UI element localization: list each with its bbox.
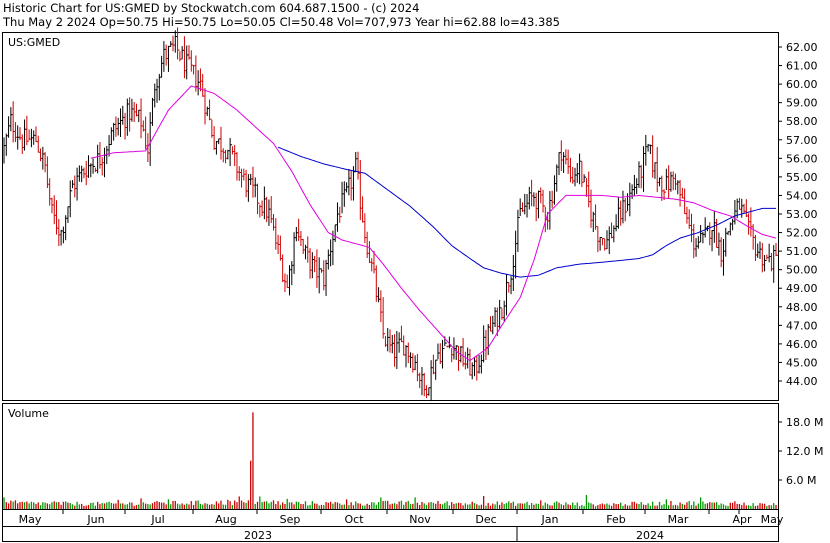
price-bars <box>3 27 778 402</box>
volume-panel-frame <box>2 403 779 510</box>
price-tick-label: 61.00 <box>786 60 818 73</box>
month-label: May <box>19 513 42 526</box>
price-tick-label: 44.00 <box>786 375 818 388</box>
month-label: Nov <box>409 513 431 526</box>
header-line-2: Thu May 2 2024 Op=50.75 Hi=50.75 Lo=50.0… <box>2 15 560 29</box>
month-label: Jun <box>86 513 104 526</box>
month-label: Jul <box>150 513 164 526</box>
month-label: Apr <box>732 513 752 526</box>
month-label: Sep <box>280 513 301 526</box>
price-tick-label: 46.00 <box>786 338 818 351</box>
price-panel-title: US:GMED <box>8 36 60 49</box>
year-label: 2023 <box>244 529 272 542</box>
volume-tick-label: 12.0 M <box>786 445 823 458</box>
month-axis-band <box>2 509 779 527</box>
moving-average-fast-line <box>90 85 777 362</box>
price-tick-label: 58.00 <box>786 115 818 128</box>
price-y-axis: 62.00 61.00 60.00 59.00 58.00 57.00 56.00 55.00… <box>778 41 818 388</box>
price-tick-label: 56.00 <box>786 152 818 165</box>
price-tick-label: 55.00 <box>786 171 818 184</box>
price-tick-label: 47.00 <box>786 319 818 332</box>
month-label: Mar <box>668 513 689 526</box>
year-label: 2024 <box>636 529 664 542</box>
volume-bars <box>3 412 777 509</box>
month-label: Aug <box>215 513 236 526</box>
price-tick-label: 45.00 <box>786 356 818 369</box>
price-tick-label: 54.00 <box>786 189 818 202</box>
volume-y-axis: 6.0 M 12.0 M 18.0 M <box>778 416 823 487</box>
price-tick-label: 60.00 <box>786 78 818 91</box>
price-tick-label: 52.00 <box>786 227 818 240</box>
year-axis: 2023 2024 <box>244 527 664 542</box>
month-label: Oct <box>344 513 364 526</box>
price-tick-label: 59.00 <box>786 97 818 110</box>
chart-page: Historic Chart for US:GMED by Stockwatch… <box>0 0 830 543</box>
price-tick-label: 48.00 <box>786 301 818 314</box>
price-tick-label: 62.00 <box>786 41 818 54</box>
price-tick-label: 51.00 <box>786 245 818 258</box>
volume-tick-label: 18.0 M <box>786 416 823 429</box>
price-tick-label: 50.00 <box>786 264 818 277</box>
header-line-1: Historic Chart for US:GMED by Stockwatch… <box>3 1 419 15</box>
month-label: May <box>761 513 784 526</box>
volume-tick-label: 6.0 M <box>786 474 816 487</box>
month-label: Feb <box>606 513 625 526</box>
price-tick-label: 49.00 <box>786 282 818 295</box>
month-label: Jan <box>541 513 559 526</box>
month-label: Dec <box>475 513 496 526</box>
volume-panel-title: Volume <box>8 407 49 420</box>
month-axis: May Jun Jul Aug Sep Oct Nov Dec Jan Feb Mar Apr May <box>19 510 784 526</box>
price-tick-label: 57.00 <box>786 134 818 147</box>
chart-svg: Historic Chart for US:GMED by Stockwatch… <box>2 1 823 542</box>
price-tick-label: 53.00 <box>786 208 818 221</box>
